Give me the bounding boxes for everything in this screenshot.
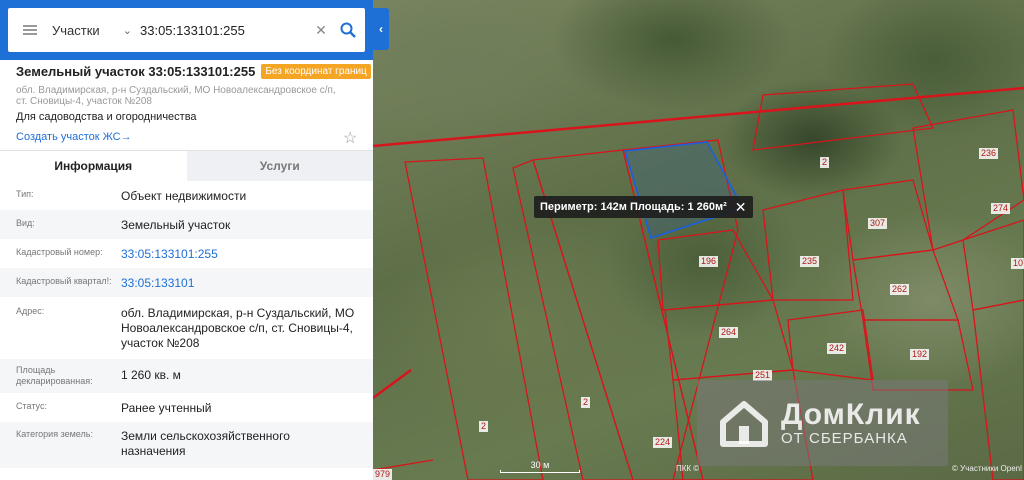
info-key: Площадь декларированная: xyxy=(16,365,93,386)
info-row: Кадастровый номер: 33:05:133101:255 xyxy=(0,239,373,268)
tab-information[interactable]: Информация xyxy=(0,151,187,181)
attribution-pkk: ПКК © xyxy=(676,464,700,473)
plot-number-label: 1072 xyxy=(1011,258,1024,269)
info-key: Статус: xyxy=(16,401,47,411)
plot-address: обл. Владимирская, р-н Суздальский, МО Н… xyxy=(16,85,336,107)
plot-number-label: 192 xyxy=(910,349,930,360)
search-icon[interactable] xyxy=(331,8,365,52)
info-value: Земельный участок xyxy=(121,218,231,232)
plot-title: Земельный участок 33:05:133101:255 xyxy=(16,64,256,79)
plot-number-label: 2 xyxy=(820,157,830,168)
selected-parcel xyxy=(623,141,745,240)
collapse-panel-button[interactable]: ‹ xyxy=(373,8,389,50)
search-bar: Участки ⌄ ✕ xyxy=(0,0,373,60)
info-row: Тип: Объект недвижимости xyxy=(0,181,373,210)
close-tooltip-icon[interactable]: ✕ xyxy=(735,199,747,216)
plot-number-label: 307 xyxy=(868,218,888,229)
parcel-left-1 xyxy=(404,157,544,480)
plot-number-label: 274 xyxy=(991,203,1011,214)
info-row: Кадастровый квартал!: 33:05:133101 xyxy=(0,268,373,297)
search-input[interactable] xyxy=(140,22,310,38)
info-value: 1 260 кв. м xyxy=(121,368,181,382)
plot-number-label: 979 xyxy=(373,469,393,480)
watermark-sub: ОТ СБЕРБАНКА xyxy=(781,429,908,447)
measurement-text: Периметр: 142м Площадь: 1 260м² xyxy=(540,201,727,213)
info-key: Тип: xyxy=(16,189,34,199)
search-type-select[interactable]: Участки ⌄ xyxy=(52,23,140,38)
plot-number-label: 196 xyxy=(699,256,719,267)
map-scale: 30 м xyxy=(500,460,580,474)
info-row: Вид: Земельный участок xyxy=(0,210,373,239)
info-value: Земли сельскохозяйственного назначения xyxy=(121,429,290,458)
plot-number-label: 264 xyxy=(719,327,739,338)
favorite-star-icon[interactable]: ☆ xyxy=(343,128,357,148)
cadastral-quarter-link[interactable]: 33:05:133101 xyxy=(121,276,373,297)
clear-icon[interactable]: ✕ xyxy=(311,22,331,39)
info-key: Категория земель: xyxy=(16,429,93,439)
info-value: Объект недвижимости xyxy=(121,189,247,203)
plot-number-label: 224 xyxy=(653,437,673,448)
info-row: Статус: Ранее учтенный xyxy=(0,393,373,422)
create-plot-link[interactable]: Создать участок ЖС→ xyxy=(16,131,132,143)
watermark-brand: ДомКлик xyxy=(781,397,921,431)
tab-services[interactable]: Услуги xyxy=(186,151,373,181)
info-value: Ранее учтенный xyxy=(121,401,212,415)
info-row: Категория земель: Земли сельскохозяйстве… xyxy=(0,422,373,468)
scale-label: 30 м xyxy=(530,460,550,470)
plot-number-label: 2 xyxy=(479,421,489,432)
measurement-tooltip: Периметр: 142м Площадь: 1 260м² ✕ xyxy=(534,196,753,218)
plot-purpose: Для садоводства и огородничества xyxy=(16,111,197,123)
plot-number-label: 262 xyxy=(890,284,910,295)
info-key: Вид: xyxy=(16,218,35,228)
info-key: Кадастровый квартал!: xyxy=(16,276,112,286)
chevron-down-icon: ⌄ xyxy=(122,24,132,37)
plot-number-label: 242 xyxy=(827,343,847,354)
menu-icon[interactable] xyxy=(8,8,52,52)
search-box: Участки ⌄ ✕ xyxy=(8,8,365,52)
plot-number-label: 235 xyxy=(800,256,820,267)
status-badge: Без координат границ xyxy=(261,64,371,79)
cadastral-number-link[interactable]: 33:05:133101:255 xyxy=(121,247,373,268)
info-key: Адрес: xyxy=(16,306,45,316)
plot-title-row: Земельный участок 33:05:133101:255 Без к… xyxy=(16,64,371,79)
domclick-watermark: ДомКлик ОТ СБЕРБАНКА xyxy=(697,380,948,466)
house-logo-icon xyxy=(720,401,768,447)
plot-number-label: 236 xyxy=(979,148,999,159)
scale-bar xyxy=(500,470,580,473)
info-row: Адрес: обл. Владимирская, р-н Суздальски… xyxy=(0,297,373,359)
tab-bar: Информация Услуги xyxy=(0,150,373,181)
plot-number-label: 2 xyxy=(581,397,591,408)
info-key: Кадастровый номер: xyxy=(16,247,103,257)
info-value: обл. Владимирская, р-н Суздальский, МО Н… xyxy=(121,306,355,350)
search-type-label: Участки xyxy=(52,22,100,38)
attribution-osm: © Участники Openl xyxy=(952,464,1022,473)
chevron-left-icon: ‹ xyxy=(379,22,383,36)
info-panel: Участки ⌄ ✕ Земельный участок 33:05:1331… xyxy=(0,0,373,480)
info-row: Площадь декларированная: 1 260 кв. м xyxy=(0,359,373,393)
info-table: Тип: Объект недвижимости Вид: Земельный … xyxy=(0,181,373,468)
